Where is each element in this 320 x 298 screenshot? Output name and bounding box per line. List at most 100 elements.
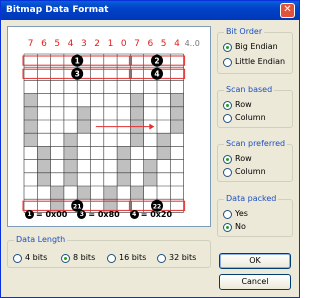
filled-pixel (130, 133, 144, 147)
scan-based-legend: Scan based (224, 85, 275, 95)
radio-label: 8 bits (73, 253, 96, 262)
radio-icon[interactable] (223, 222, 232, 232)
close-button[interactable]: ✕ (280, 3, 295, 18)
radio-label: Column (235, 167, 266, 176)
legend-marker-3: 3 (77, 210, 87, 219)
marker-3-label: 3 (75, 70, 80, 79)
radio-icon[interactable] (157, 253, 166, 263)
bit-number: 5 (161, 39, 167, 49)
scan-based-group: Scan based Row Column (217, 85, 293, 128)
bit-number: 1 (108, 39, 114, 49)
radio-icon[interactable] (223, 113, 232, 123)
data-length-group: Data Length 4 bits 8 bits 16 bits 32 bit… (7, 235, 211, 268)
bitmap-preview: 7 6 5 4 3 2 1 0 7 6 5 4 4..0 1 2 3 4 21 22 (7, 26, 211, 227)
filled-pixel (63, 146, 78, 160)
filled-pixel (77, 120, 91, 134)
data-packed-legend: Data packed (224, 194, 279, 204)
filled-pixel (24, 133, 38, 147)
filled-pixel (77, 186, 91, 200)
bit-number: 7 (28, 39, 34, 49)
filled-pixel (143, 159, 157, 173)
filled-pixel (24, 93, 38, 107)
scan-preferred-column[interactable]: Column (223, 167, 266, 177)
radio-label: Row (235, 100, 252, 109)
marker-1-label: 1 (75, 56, 80, 65)
legend-item-3: 3 = 0x80 (77, 210, 120, 219)
data-length-16-bits[interactable]: 16 bits (107, 253, 146, 263)
scan-preferred-row[interactable]: Row (223, 154, 252, 164)
filled-pixel (170, 93, 184, 107)
filled-pixel (50, 186, 64, 200)
filled-pixel (130, 93, 144, 107)
bit-number: 4 (68, 39, 74, 49)
bit-number: 6 (147, 39, 153, 49)
radio-icon[interactable] (61, 253, 70, 263)
filled-pixel (24, 120, 38, 134)
filled-pixel (37, 146, 51, 160)
scan-based-column[interactable]: Column (223, 113, 266, 123)
filled-pixel (130, 186, 144, 200)
filled-pixel (117, 146, 131, 160)
filled-pixel (24, 106, 38, 120)
data-packed-no[interactable]: No (223, 222, 246, 232)
bit-number: 5 (54, 39, 60, 49)
ok-button[interactable]: OK (219, 253, 291, 269)
marker-4-label: 4 (154, 70, 159, 79)
data-packed-group: Data packed Yes No (217, 194, 293, 237)
filled-pixel (103, 186, 118, 200)
radio-icon[interactable] (223, 57, 232, 67)
radio-label: 4 bits (25, 253, 48, 262)
overflow-label: 4..0 (185, 39, 200, 48)
filled-pixel (170, 120, 184, 134)
legend-item-1: 1 = 0x00 (25, 210, 67, 219)
radio-icon[interactable] (223, 42, 232, 52)
legend-text-3: = 0x80 (88, 210, 120, 219)
data-length-4-bits[interactable]: 4 bits (13, 253, 47, 263)
marker-2-label: 2 (154, 56, 159, 65)
filled-pixel (157, 146, 171, 160)
data-length-32-bits[interactable]: 32 bits (157, 253, 196, 263)
radio-label: Big Endian (235, 42, 278, 51)
legend-text-1: = 0x00 (36, 210, 68, 219)
bit-order-little-endian[interactable]: Little Endian (223, 57, 285, 67)
bit-order-group: Bit Order Big Endian Little Endian (217, 27, 293, 74)
marker-legend: 1 = 0x00 3 = 0x80 4 = 0x20 (25, 210, 172, 219)
scan-preferred-group: Scan preferred Row Column (217, 139, 293, 182)
radio-icon[interactable] (223, 100, 232, 110)
radio-icon[interactable] (223, 209, 232, 219)
radio-label: Column (235, 113, 266, 122)
legend-marker-4: 4 (129, 210, 139, 219)
filled-pixel (37, 172, 51, 186)
title-bar[interactable]: Bitmap Data Format ✕ (1, 1, 299, 20)
bit-number: 4 (174, 39, 180, 49)
legend-text-4: = 0x20 (140, 210, 173, 219)
window-title: Bitmap Data Format (6, 5, 109, 15)
filled-pixel (63, 159, 78, 173)
filled-pixel (117, 159, 131, 173)
scan-arrow-head (149, 123, 155, 130)
cancel-button[interactable]: Cancel (219, 274, 291, 290)
data-length-8-bits[interactable]: 8 bits (61, 253, 95, 263)
filled-pixel (77, 106, 91, 120)
radio-label: 16 bits (119, 253, 147, 262)
bit-number: 6 (41, 39, 47, 49)
scan-preferred-legend: Scan preferred (224, 139, 288, 149)
data-packed-yes[interactable]: Yes (223, 209, 248, 219)
filled-pixel (117, 172, 131, 186)
bit-number: 3 (81, 39, 87, 49)
bit-number: 2 (94, 39, 100, 49)
legend-item-4: 4 = 0x20 (129, 210, 173, 219)
bit-number: 0 (121, 39, 127, 49)
radio-icon[interactable] (223, 167, 232, 177)
radio-icon[interactable] (223, 154, 232, 164)
bitmap-data-format-dialog: Bitmap Data Format ✕ 7 6 5 4 3 2 1 0 7 6 5 4 4..0 1 2 3… (0, 0, 300, 298)
radio-icon[interactable] (107, 253, 116, 263)
scan-based-row[interactable]: Row (223, 100, 252, 110)
filled-pixel (130, 106, 144, 120)
radio-icon[interactable] (13, 253, 22, 263)
radio-label: Little Endian (235, 57, 286, 66)
filled-pixel (37, 159, 51, 173)
filled-pixel (170, 106, 184, 120)
filled-pixel (63, 133, 78, 147)
bit-order-big-endian[interactable]: Big Endian (223, 42, 278, 52)
